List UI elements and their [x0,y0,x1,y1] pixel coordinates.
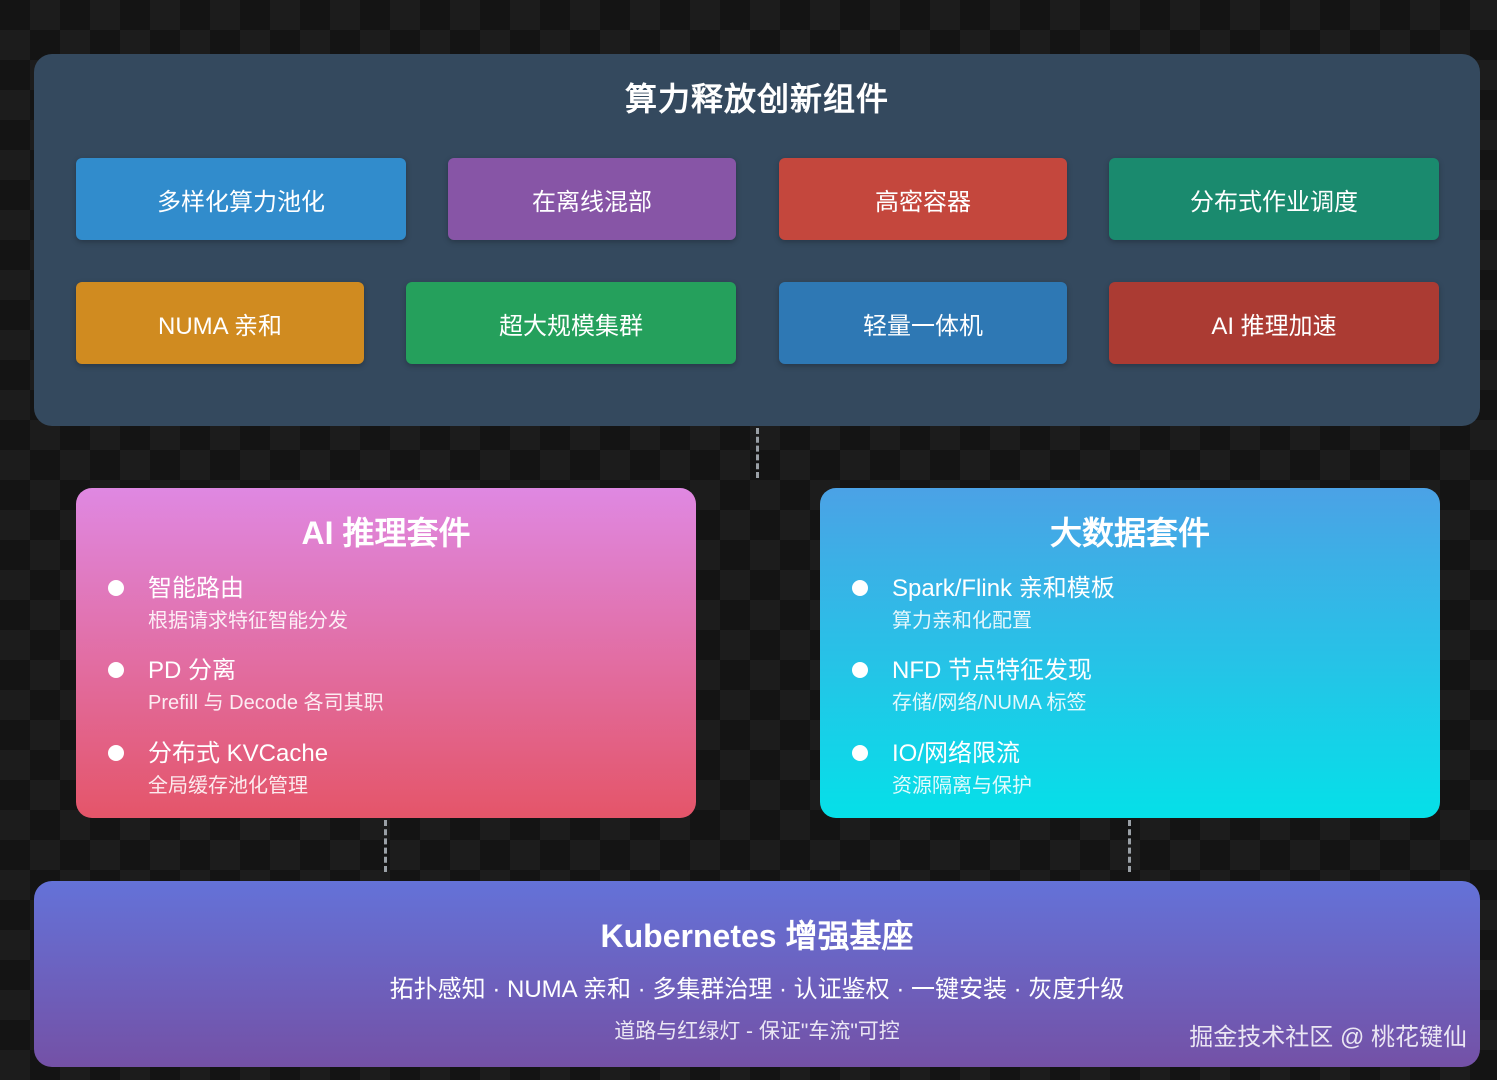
panel-title: 算力释放创新组件 [624,81,889,117]
item-subtitle: Prefill 与 Decode 各司其职 [148,692,384,714]
item-subtitle: 全局缓存池化管理 [148,775,308,797]
item-title: IO/网络限流 [892,740,1021,767]
bullet-icon [852,580,868,596]
component-hyperscale-cluster: 超大规模集群 [406,282,736,364]
item-subtitle: 根据请求特征智能分发 [148,610,348,632]
component-high-density-containers: 高密容器 [779,158,1067,240]
item-subtitle: 资源隔离与保护 [892,775,1032,797]
big-data-suite: 大数据套件 Spark/Flink 亲和模板 算力亲和化配置 NFD 节点特征发… [820,488,1440,818]
item-subtitle: 算力亲和化配置 [892,610,1032,632]
item-subtitle: 存储/网络/NUMA 标签 [892,692,1087,714]
base-features: 拓扑感知 · NUMA 亲和 · 多集群治理 · 认证鉴权 · 一键安装 · 灰… [389,976,1125,1003]
innovation-components-panel: 算力释放创新组件 多样化算力池化 在离线混部 高密容器 分布式作业调度 NUMA… [34,54,1480,426]
base-title: Kubernetes 增强基座 [600,918,914,954]
connector-bigdata-to-base [1128,820,1131,872]
connector-top-to-suites [756,428,759,478]
bullet-icon [108,662,124,678]
ai-inference-suite: AI 推理套件 智能路由 根据请求特征智能分发 PD 分离 Prefill 与 … [76,488,696,818]
suite-title: AI 推理套件 [301,515,471,551]
bullet-icon [852,745,868,761]
item-title: 分布式 KVCache [148,740,329,767]
watermark: 掘金技术社区 @ 桃花键仙 [1189,1024,1467,1051]
item-title: Spark/Flink 亲和模板 [892,575,1115,602]
item-title: NFD 节点特征发现 [892,657,1092,684]
bullet-icon [108,745,124,761]
component-distributed-job-scheduling: 分布式作业调度 [1109,158,1439,240]
item-title: 智能路由 [148,575,244,602]
component-lightweight-appliance: 轻量一体机 [779,282,1067,364]
bullet-icon [852,662,868,678]
suite-title: 大数据套件 [1049,515,1210,551]
connector-ai-to-base [384,820,387,872]
component-numa-affinity: NUMA 亲和 [76,282,364,364]
component-diverse-compute-pooling: 多样化算力池化 [76,158,406,240]
bullet-icon [108,580,124,596]
item-title: PD 分离 [148,657,237,684]
component-colocation: 在离线混部 [448,158,736,240]
component-ai-inference-acceleration: AI 推理加速 [1109,282,1439,364]
